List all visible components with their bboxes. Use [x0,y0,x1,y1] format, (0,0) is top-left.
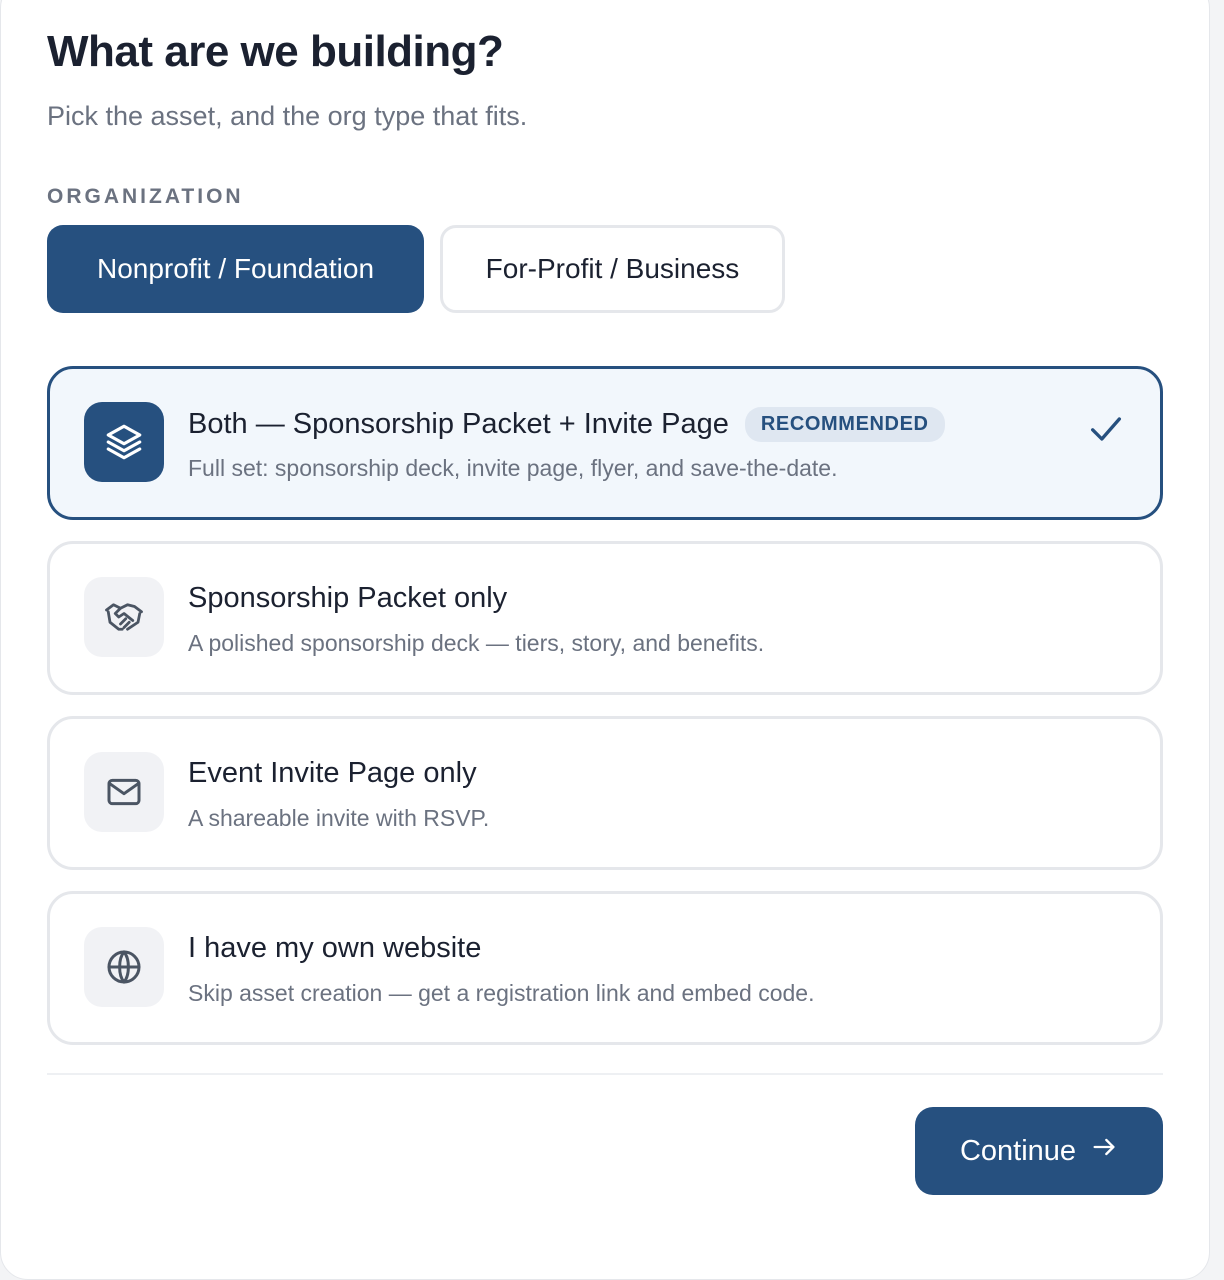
check-icon [1086,409,1126,449]
continue-button[interactable]: Continue [915,1107,1163,1195]
footer-divider [47,1073,1163,1075]
layers-icon [84,402,164,482]
organization-label: ORGANIZATION [47,185,244,208]
asset-option-description: Skip asset creation — get a registration… [188,980,815,1006]
recommended-badge: RECOMMENDED [744,407,945,442]
asset-option-title: Sponsorship Packet only [188,582,508,614]
asset-option-title: Event Invite Page only [188,757,477,789]
page-subtitle: Pick the asset, and the org type that fi… [47,101,528,131]
asset-option-sponsorship-packet[interactable]: Sponsorship Packet only A polished spons… [47,541,1163,695]
arrow-right-icon [1090,1133,1118,1169]
asset-option-title: Both — Sponsorship Packet + Invite Page … [188,407,945,442]
globe-icon [84,927,164,1007]
asset-option-both[interactable]: Both — Sponsorship Packet + Invite Page … [47,366,1163,520]
page-title: What are we building? [47,27,504,76]
org-option-nonprofit[interactable]: Nonprofit / Foundation [47,225,424,313]
org-option-for-profit[interactable]: For-Profit / Business [440,225,785,313]
handshake-icon [84,577,164,657]
wizard-card: What are we building? Pick the asset, an… [0,0,1210,1280]
asset-option-description: Full set: sponsorship deck, invite page,… [188,455,838,481]
asset-option-description: A shareable invite with RSVP. [188,805,490,831]
asset-option-own-website[interactable]: I have my own website Skip asset creatio… [47,891,1163,1045]
asset-option-description: A polished sponsorship deck — tiers, sto… [188,630,765,656]
continue-label: Continue [959,1134,1077,1167]
asset-option-title: I have my own website [188,932,482,964]
asset-option-title-text: Both — Sponsorship Packet + Invite Page [188,408,729,440]
asset-option-invite-page[interactable]: Event Invite Page only A shareable invit… [47,716,1163,870]
envelope-icon [84,752,164,832]
